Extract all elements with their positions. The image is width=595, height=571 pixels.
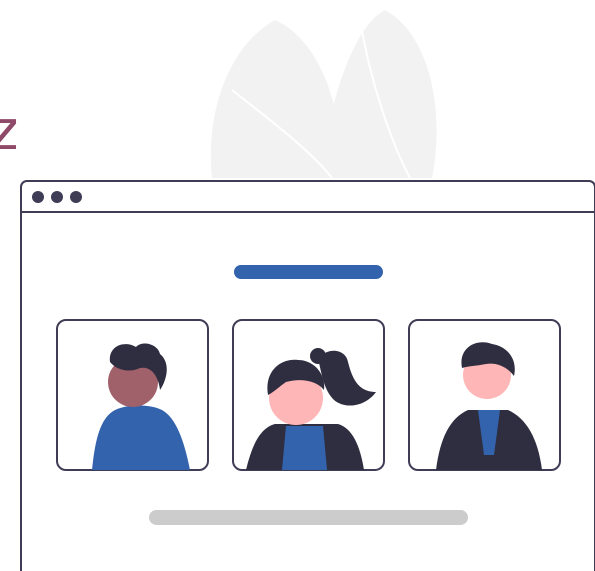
participant-card (232, 319, 385, 471)
participant-card (56, 319, 209, 471)
participant-card (408, 319, 561, 471)
window-dot (32, 191, 44, 203)
text-placeholder-bar (149, 510, 468, 525)
illustration-svg (20, 10, 595, 571)
leaves-decoration (210, 10, 437, 179)
shirt (282, 426, 327, 470)
leaf-left (210, 20, 341, 178)
window-dot (51, 191, 63, 203)
heading-placeholder-bar (234, 265, 383, 279)
window-dot (70, 191, 82, 203)
hair-bun (310, 348, 326, 364)
illustration-canvas: z (0, 0, 595, 571)
leaf-right (320, 10, 437, 178)
